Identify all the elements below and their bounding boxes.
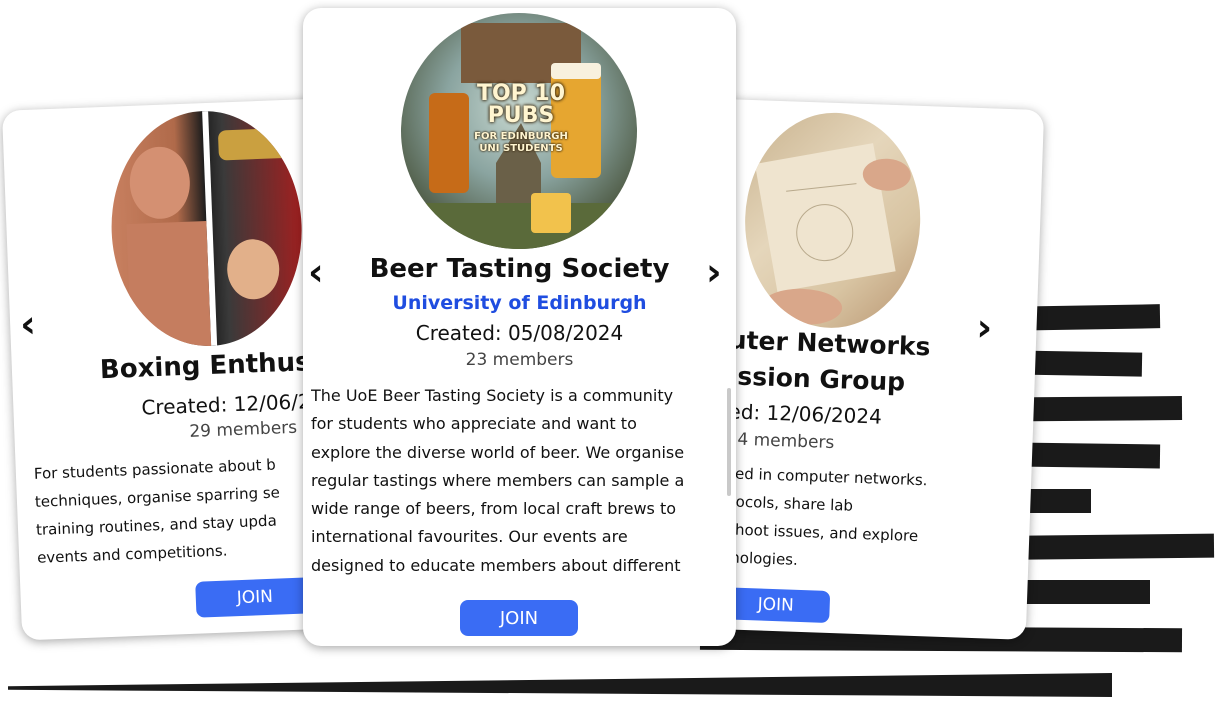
decor-stripe bbox=[8, 673, 1112, 697]
society-description: rested in computer networks. protocols, … bbox=[703, 463, 928, 569]
society-description: The UoE Beer Tasting Society is a commun… bbox=[311, 386, 685, 575]
poster-title: TOP 10 PUBS bbox=[476, 81, 566, 128]
society-title: Boxing Enthus bbox=[99, 347, 312, 386]
poster-subtitle: FOR EDINBURGH UNI STUDENTS bbox=[474, 131, 568, 154]
society-description: For students passionate about b techniqu… bbox=[33, 455, 281, 567]
description-scrollbar[interactable] bbox=[727, 388, 731, 496]
society-title-line2: ussion Group bbox=[719, 361, 906, 397]
next-arrow[interactable]: › bbox=[976, 305, 993, 350]
created-date: Created: 12/06/2 bbox=[140, 389, 312, 420]
society-avatar bbox=[107, 107, 307, 350]
join-button[interactable]: JOIN bbox=[195, 577, 315, 618]
boxer-photo bbox=[126, 110, 289, 350]
university-name: University of Edinburgh bbox=[392, 292, 647, 314]
prev-arrow[interactable]: ‹ bbox=[19, 302, 36, 347]
society-avatar: TOP 10 PUBS FOR EDINBURGH UNI STUDENTS bbox=[401, 13, 637, 249]
member-count: 4 members bbox=[737, 429, 835, 454]
created-date: Created: 05/08/2024 bbox=[415, 321, 624, 345]
notebook-photo bbox=[754, 143, 911, 325]
society-card-beer: TOP 10 PUBS FOR EDINBURGH UNI STUDENTS ‹… bbox=[303, 8, 736, 646]
society-title: Beer Tasting Society bbox=[369, 254, 670, 284]
society-title-line1: puter Networks bbox=[710, 324, 931, 362]
join-button[interactable]: JOIN bbox=[721, 587, 831, 623]
member-count: 29 members bbox=[189, 417, 298, 442]
society-avatar bbox=[741, 109, 924, 331]
join-button[interactable]: JOIN bbox=[460, 600, 578, 636]
member-count: 23 members bbox=[465, 350, 574, 370]
